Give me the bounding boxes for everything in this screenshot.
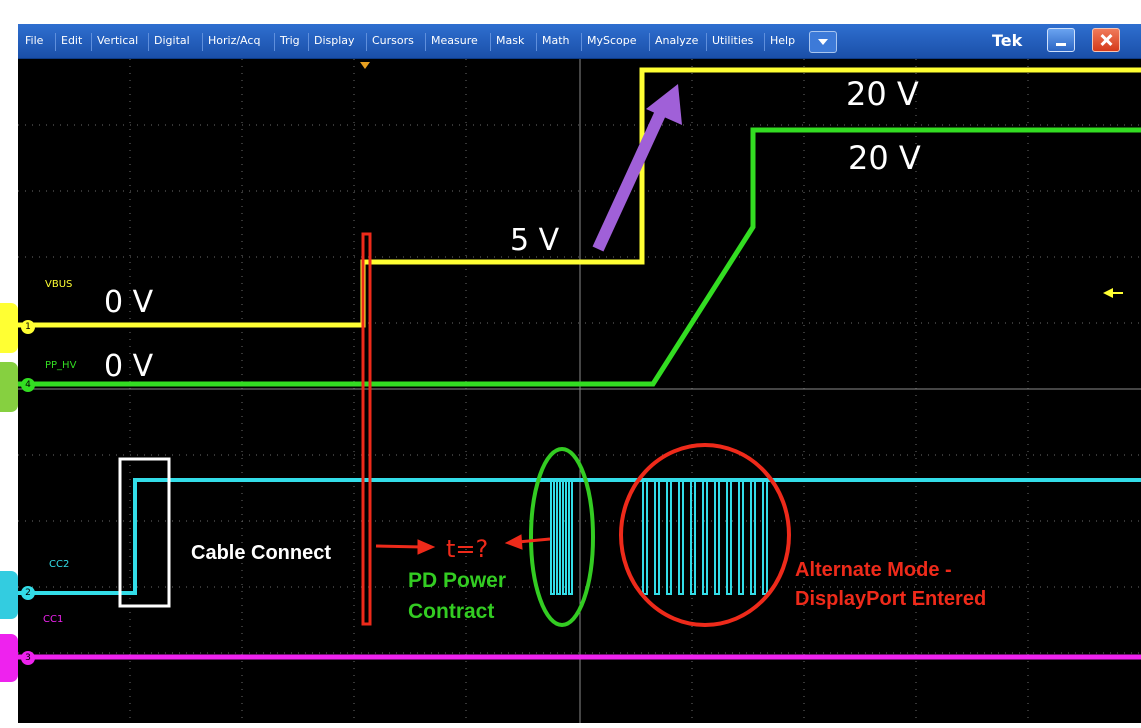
ch4-marker[interactable] xyxy=(0,362,18,412)
menu-digital[interactable]: Digital xyxy=(148,33,195,51)
vbus-5v-label: 5 V xyxy=(510,223,560,258)
ch3-badge[interactable]: 3 xyxy=(21,651,35,665)
trigger-level-marker[interactable] xyxy=(1103,288,1113,298)
menu-trig[interactable]: Trig xyxy=(274,33,305,51)
graticule-center-axes xyxy=(18,59,1141,723)
interval-label: t=? xyxy=(446,535,489,563)
ch2-marker[interactable] xyxy=(0,571,18,619)
vbus-channel-label: VBUS xyxy=(45,279,73,290)
ch4-badge[interactable]: 4 xyxy=(21,378,35,392)
cable-connect-time-marker xyxy=(361,232,372,626)
ch1-marker[interactable] xyxy=(0,303,18,353)
waveform-display: 1 4 2 3 VBUS PP_HV CC2 CC1 0 V 0 V 5 V 2… xyxy=(0,59,1141,723)
menu-vertical[interactable]: Vertical xyxy=(91,33,143,51)
menu-file[interactable]: File xyxy=(20,33,48,51)
alt-mode-label-line1: Alternate Mode - xyxy=(795,559,952,581)
menu-horiz-acq[interactable]: Horiz/Acq xyxy=(202,33,265,51)
menu-cursors[interactable]: Cursors xyxy=(366,33,419,51)
menu-measure[interactable]: Measure xyxy=(425,33,483,51)
menu-utilities[interactable]: Utilities xyxy=(706,33,758,51)
menu-math[interactable]: Math xyxy=(536,33,575,51)
pp-hv-0v-label: 0 V xyxy=(104,349,154,384)
pp-hv-channel-label: PP_HV xyxy=(45,360,77,371)
menu-analyze[interactable]: Analyze xyxy=(649,33,703,51)
waveform-canvas xyxy=(18,59,1141,723)
ch3-marker[interactable] xyxy=(0,634,18,682)
menu-mask[interactable]: Mask xyxy=(490,33,529,51)
menu-bar: File Edit Vertical Digital Horiz/Acq Tri… xyxy=(18,24,1141,59)
menu-myscope[interactable]: MyScope xyxy=(581,33,642,51)
menu-dropdown-button[interactable] xyxy=(809,31,837,53)
close-button[interactable] xyxy=(1092,28,1120,52)
menu-edit[interactable]: Edit xyxy=(55,33,87,51)
brand-logo: Tek xyxy=(992,31,1023,50)
oscilloscope-window: File Edit Vertical Digital Horiz/Acq Tri… xyxy=(0,24,1141,723)
alt-mode-label-line2: DisplayPort Entered xyxy=(795,588,987,610)
cc2-channel-label: CC2 xyxy=(49,559,70,570)
trigger-position-marker[interactable] xyxy=(360,62,370,69)
ch1-badge[interactable]: 1 xyxy=(21,320,35,334)
pd-contract-label-line1: PD Power xyxy=(408,569,507,592)
chevron-down-icon xyxy=(818,39,828,45)
menu-help[interactable]: Help xyxy=(764,33,800,51)
cable-connect-label: Cable Connect xyxy=(191,542,332,564)
cc1-channel-label: CC1 xyxy=(43,614,64,625)
vbus-0v-label: 0 V xyxy=(104,285,154,320)
minimize-button[interactable] xyxy=(1047,28,1075,52)
vbus-20v-label: 20 V xyxy=(846,75,919,113)
menu-display[interactable]: Display xyxy=(308,33,360,51)
ch2-badge[interactable]: 2 xyxy=(21,586,35,600)
pd-contract-label-line2: Contract xyxy=(408,600,495,623)
pp-hv-20v-label: 20 V xyxy=(848,139,921,177)
